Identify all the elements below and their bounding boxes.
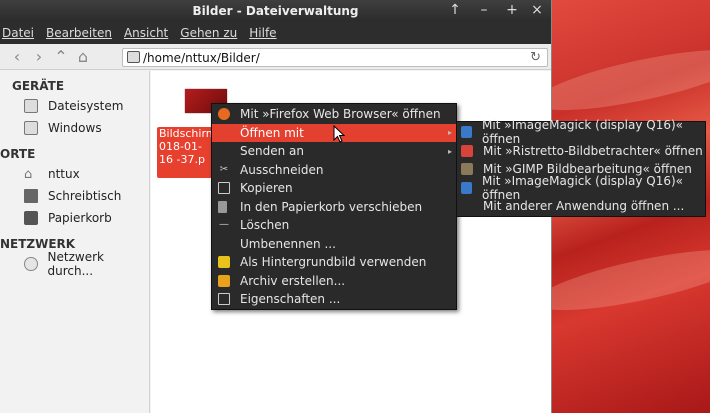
menu-item-cut[interactable]: ✂ Ausschneiden xyxy=(212,161,456,180)
submenu-item-ristretto[interactable]: Mit »Ristretto-Bildbetrachter« öffnen xyxy=(457,142,705,161)
sidebar-item-nttux[interactable]: ⌂ nttux xyxy=(0,163,149,185)
menu-item-move-to-trash[interactable]: In den Papierkorb verschieben xyxy=(212,198,456,217)
sidebar-item-label: Windows xyxy=(48,121,102,135)
sidebar-item-dateisystem[interactable]: Dateisystem xyxy=(0,95,149,117)
home-icon[interactable]: ⌂ xyxy=(72,47,94,66)
menu-item-copy[interactable]: Kopieren xyxy=(212,179,456,198)
blank-icon xyxy=(218,145,230,157)
trash-icon xyxy=(24,211,38,225)
sidebar: GERÄTE Dateisystem Windows ORTE ⌂ nttux … xyxy=(0,71,150,413)
menu-item-label: Archiv erstellen... xyxy=(240,273,346,288)
close-button[interactable]: × xyxy=(528,2,546,18)
ristretto-icon xyxy=(461,144,473,157)
up-arrow-icon[interactable]: ↑ xyxy=(446,2,464,18)
desktop-streak xyxy=(530,37,710,123)
submenu-item-imagemagick[interactable]: Mit »ImageMagick (display Q16)« öffnen xyxy=(457,118,705,146)
menu-item-open-firefox[interactable]: Mit »Firefox Web Browser« öffnen xyxy=(212,105,456,124)
sidebar-item-label: Papierkorb xyxy=(48,211,112,225)
menu-item-label: Mit »Firefox Web Browser« öffnen xyxy=(240,107,441,122)
location-path: /home/nttux/Bilder/ xyxy=(143,50,260,65)
menu-item-label: Ausschneiden xyxy=(240,162,324,177)
back-icon[interactable]: ‹ xyxy=(6,47,28,66)
drive-icon xyxy=(24,99,38,113)
sidebar-item-label: nttux xyxy=(48,167,80,181)
menu-item-label: Als Hintergrundbild verwenden xyxy=(240,255,427,270)
gimp-icon xyxy=(461,163,473,176)
menu-gehen-zu[interactable]: Gehen zu xyxy=(180,26,237,40)
menu-item-label: Senden an xyxy=(240,144,304,159)
sidebar-item-label: Schreibtisch xyxy=(48,189,122,203)
menu-item-create-archive[interactable]: Archiv erstellen... xyxy=(212,272,456,291)
drive-icon xyxy=(24,121,38,135)
window-title: Bilder - Dateiverwaltung xyxy=(192,4,359,18)
blank-icon xyxy=(461,200,473,212)
sidebar-item-schreibtisch[interactable]: Schreibtisch xyxy=(0,185,149,207)
menu-item-label: Umbenennen ... xyxy=(240,236,336,251)
archive-icon xyxy=(218,274,230,287)
desktop-streak xyxy=(530,237,710,323)
blank-icon xyxy=(218,127,230,139)
menu-item-set-wallpaper[interactable]: Als Hintergrundbild verwenden xyxy=(212,253,456,272)
menu-item-label: In den Papierkorb verschieben xyxy=(240,199,423,214)
submenu-item-imagemagick-2[interactable]: Mit »ImageMagick (display Q16)« öffnen xyxy=(457,174,705,202)
menu-datei[interactable]: Datei xyxy=(2,26,34,40)
menu-bearbeiten[interactable]: Bearbeiten xyxy=(46,26,112,40)
chevron-right-icon: ▸ xyxy=(447,146,452,156)
section-devices: GERÄTE xyxy=(12,79,65,93)
sidebar-item-papierkorb[interactable]: Papierkorb xyxy=(0,207,149,229)
up-icon[interactable]: ⌃ xyxy=(50,47,72,66)
scissors-icon: ✂ xyxy=(219,163,229,175)
file-name-label[interactable]: Bildschirm 018-01-16 -37.p xyxy=(157,127,213,178)
reload-icon[interactable]: ↻ xyxy=(530,50,541,65)
menu-hilfe[interactable]: Hilfe xyxy=(249,26,276,40)
sidebar-item-windows[interactable]: Windows xyxy=(0,117,149,139)
menu-item-label: Löschen xyxy=(240,218,290,233)
properties-icon xyxy=(218,293,230,306)
submenu-item-other-app[interactable]: Mit anderer Anwendung öffnen ... xyxy=(457,197,705,216)
forward-icon[interactable]: › xyxy=(28,47,50,66)
menu-ansicht[interactable]: Ansicht xyxy=(124,26,168,40)
sidebar-item-label: Dateisystem xyxy=(48,99,124,113)
location-bar[interactable]: /home/nttux/Bilder/ ↻ xyxy=(122,48,548,67)
imagemagick-icon xyxy=(461,126,473,139)
home-icon: ⌂ xyxy=(24,167,33,182)
open-with-submenu: Mit »ImageMagick (display Q16)« öffnen M… xyxy=(456,118,706,217)
trash-icon xyxy=(218,200,227,213)
menubar: Datei Bearbeiten Ansicht Gehen zu Hilfe xyxy=(0,22,551,44)
chevron-right-icon: ▸ xyxy=(447,128,452,138)
menu-item-properties[interactable]: Eigenschaften ... xyxy=(212,290,456,309)
menu-item-label: Kopieren xyxy=(240,181,293,196)
blank-icon xyxy=(218,238,230,250)
mouse-cursor-icon xyxy=(333,125,345,143)
section-places: ORTE xyxy=(0,147,36,161)
desktop-icon xyxy=(24,189,38,203)
titlebar: Bilder - Dateiverwaltung ↑ – + × xyxy=(0,0,551,22)
menu-item-rename[interactable]: Umbenennen ... xyxy=(212,235,456,254)
copy-icon xyxy=(218,182,230,195)
sidebar-item-label: Netzwerk durch... xyxy=(47,250,104,278)
firefox-icon xyxy=(218,108,230,121)
sidebar-item-netzwerk[interactable]: Netzwerk durch... xyxy=(0,250,149,278)
minus-icon: — xyxy=(219,219,229,231)
network-icon xyxy=(24,257,38,271)
menu-item-delete[interactable]: — Löschen xyxy=(212,216,456,235)
imagemagick-icon xyxy=(461,181,473,194)
wallpaper-icon xyxy=(218,256,230,269)
menu-item-send-to[interactable]: Senden an ▸ xyxy=(212,142,456,161)
maximize-button[interactable]: + xyxy=(503,2,521,18)
menu-item-label: Mit anderer Anwendung öffnen ... xyxy=(483,199,685,214)
drive-icon xyxy=(127,51,140,63)
minimize-button[interactable]: – xyxy=(475,2,493,18)
menu-item-label: Öffnen mit xyxy=(240,125,304,140)
menu-item-label: Mit »Ristretto-Bildbetrachter« öffnen xyxy=(483,143,703,158)
menu-item-label: Eigenschaften ... xyxy=(240,292,341,307)
